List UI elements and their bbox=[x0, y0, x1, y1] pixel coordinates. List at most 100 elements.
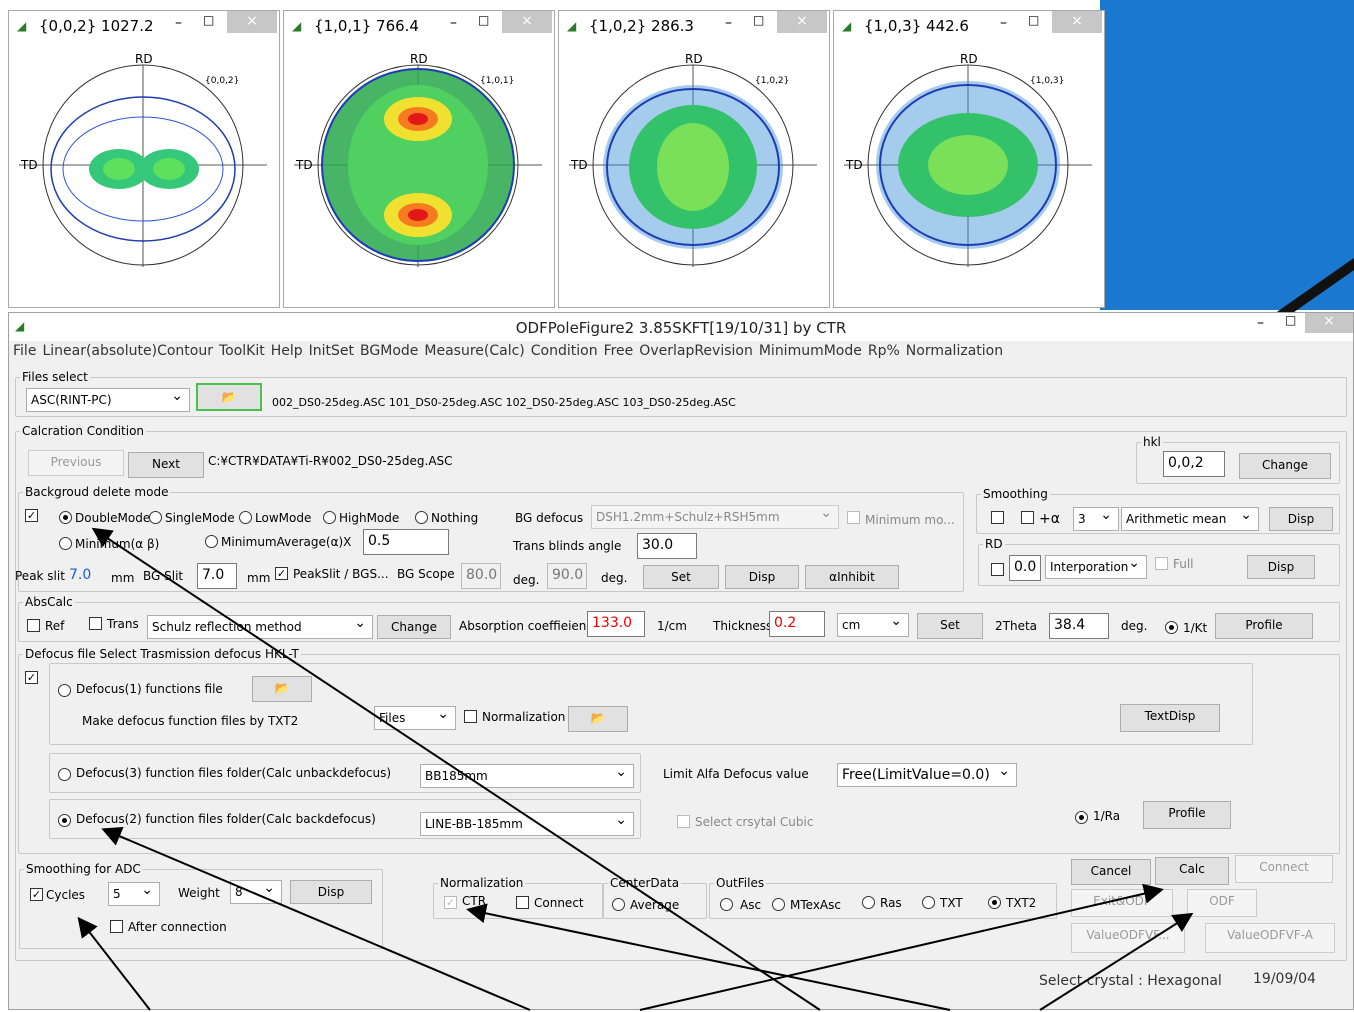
defocus3-select[interactable]: BB185mm bbox=[420, 764, 634, 788]
menu-condition[interactable]: Condition bbox=[531, 343, 598, 359]
menu-measure[interactable]: Measure(Calc) bbox=[424, 343, 524, 359]
txt-radio[interactable] bbox=[922, 896, 935, 909]
close-button[interactable]: × bbox=[1052, 11, 1102, 33]
mtex-radio[interactable] bbox=[772, 898, 785, 911]
trans-blinds-input[interactable]: 30.0 bbox=[637, 533, 697, 559]
smoothing-checkbox[interactable] bbox=[991, 511, 1004, 524]
maximize-button[interactable]: □ bbox=[203, 13, 214, 27]
smoothing-method-select[interactable]: Arithmetic mean bbox=[1121, 507, 1259, 531]
close-button[interactable]: × bbox=[1305, 313, 1353, 333]
pole-figure-window-1[interactable]: ◢ {0,0,2} 1027.2 – □ × RD TD {0,0,2} bbox=[8, 10, 280, 308]
defocus-profile-button[interactable]: Profile bbox=[1143, 801, 1231, 829]
calc-button[interactable]: Calc bbox=[1155, 857, 1229, 885]
limit-alfa-select[interactable]: Free(LimitValue=0.0) bbox=[837, 763, 1017, 787]
single-mode-radio[interactable] bbox=[149, 511, 162, 524]
menu-contour[interactable]: Linear(absolute)Contour bbox=[42, 343, 213, 359]
two-theta-input[interactable]: 38.4 bbox=[1049, 613, 1109, 639]
minimum-avg-radio[interactable] bbox=[205, 535, 218, 548]
menu-toolkit[interactable]: ToolKit bbox=[219, 343, 265, 359]
ras-radio[interactable] bbox=[862, 896, 875, 909]
peak-slit-value[interactable]: 7.0 bbox=[69, 567, 91, 583]
pole-figure-window-2[interactable]: ◢ {1,0,1} 766.4 – □ × RD TD {1,0,1} bbox=[283, 10, 555, 308]
menu-minimummode[interactable]: MinimumMode bbox=[759, 343, 862, 359]
maximize-button[interactable]: □ bbox=[1028, 13, 1039, 27]
trans-checkbox[interactable] bbox=[89, 617, 102, 630]
abs-profile-button[interactable]: Profile bbox=[1215, 613, 1313, 639]
defocus2-radio[interactable] bbox=[58, 814, 71, 827]
odf-button[interactable]: ODF bbox=[1187, 889, 1257, 917]
peakslit-checkbox[interactable]: ✓ bbox=[275, 567, 288, 580]
alpha-inhibit-button[interactable]: αInhibit bbox=[805, 565, 899, 589]
kt-radio[interactable] bbox=[1165, 621, 1178, 634]
minimize-button[interactable]: – bbox=[175, 15, 182, 31]
ctr-checkbox[interactable]: ✓ bbox=[444, 896, 457, 909]
abs-change-button[interactable]: Change bbox=[377, 615, 451, 639]
hkl-change-button[interactable]: Change bbox=[1239, 453, 1331, 479]
after-connection-checkbox[interactable] bbox=[110, 920, 123, 933]
weight-select[interactable]: 8 bbox=[230, 880, 282, 904]
minimum-ab-radio[interactable] bbox=[59, 537, 72, 550]
defocus3-radio[interactable] bbox=[58, 768, 71, 781]
ra-radio[interactable] bbox=[1075, 811, 1088, 824]
minimize-button[interactable]: – bbox=[1257, 315, 1264, 331]
abs-set-button[interactable]: Set bbox=[917, 613, 983, 639]
menu-overlap[interactable]: OverlapRevision bbox=[639, 343, 753, 359]
abs-coeff-input[interactable]: 133.0 bbox=[587, 611, 645, 637]
plus-alpha-checkbox[interactable] bbox=[1021, 511, 1034, 524]
minimize-button[interactable]: – bbox=[1000, 15, 1007, 31]
maximize-button[interactable]: □ bbox=[753, 13, 764, 27]
norm-connect-checkbox[interactable] bbox=[516, 896, 529, 909]
defocus2-select[interactable]: LINE-BB-185mm bbox=[420, 812, 634, 836]
menu-file[interactable]: File bbox=[13, 343, 36, 359]
nothing-radio[interactable] bbox=[415, 511, 428, 524]
average-radio[interactable] bbox=[612, 898, 625, 911]
cancel-button[interactable]: Cancel bbox=[1071, 859, 1151, 885]
deg-input[interactable]: 90.0 bbox=[547, 563, 587, 589]
thickness-input[interactable]: 0.2 bbox=[769, 611, 825, 637]
value-odf-a-button[interactable]: ValueODFVF-A bbox=[1205, 923, 1335, 953]
double-mode-radio[interactable] bbox=[59, 511, 72, 524]
bg-defocus-select[interactable]: DSH1.2mm+Schulz+RSH5mm bbox=[591, 505, 839, 529]
normalization-checkbox[interactable] bbox=[464, 710, 477, 723]
bg-scope-input[interactable]: 80.0 bbox=[461, 563, 501, 589]
bg-set-button[interactable]: Set bbox=[643, 565, 719, 589]
thickness-unit-select[interactable]: cm bbox=[837, 613, 909, 637]
menu-rp[interactable]: Rp% bbox=[868, 343, 900, 359]
close-button[interactable]: × bbox=[227, 11, 277, 33]
smoothing-num-select[interactable]: 3 bbox=[1073, 507, 1119, 531]
cycles-select[interactable]: 5 bbox=[108, 882, 160, 906]
menu-bgmode[interactable]: BGMode bbox=[360, 343, 418, 359]
files-select[interactable]: Files bbox=[374, 706, 456, 730]
minimize-button[interactable]: – bbox=[450, 15, 457, 31]
maximize-button[interactable]: □ bbox=[478, 13, 489, 27]
textdisp-button[interactable]: TextDisp bbox=[1120, 704, 1220, 732]
menu-initset[interactable]: InitSet bbox=[309, 343, 354, 359]
interpolation-select[interactable]: Interporation bbox=[1045, 555, 1147, 579]
exit-odf-button[interactable]: Exit&ODF bbox=[1071, 889, 1173, 917]
normalization-folder-button[interactable]: 📂 bbox=[568, 706, 628, 732]
defocus1-radio[interactable] bbox=[58, 684, 71, 697]
open-folder-button[interactable]: 📂 bbox=[196, 383, 262, 411]
minimum-avg-input[interactable]: 0.5 bbox=[363, 529, 449, 555]
bg-disp-button[interactable]: Disp bbox=[725, 565, 799, 589]
cycles-checkbox[interactable]: ✓ bbox=[30, 888, 43, 901]
bg-enable-checkbox[interactable]: ✓ bbox=[25, 509, 38, 522]
menu-help[interactable]: Help bbox=[271, 343, 303, 359]
txt2-radio[interactable] bbox=[988, 896, 1001, 909]
cubic-checkbox[interactable] bbox=[677, 815, 690, 828]
defocus1-folder-button[interactable]: 📂 bbox=[252, 676, 312, 702]
high-mode-radio[interactable] bbox=[323, 511, 336, 524]
format-select[interactable]: ASC(RINT-PC) bbox=[26, 388, 190, 412]
maximize-button[interactable]: □ bbox=[1285, 313, 1296, 327]
close-button[interactable]: × bbox=[777, 11, 827, 33]
rd-input[interactable]: 0.0 bbox=[1009, 555, 1041, 581]
rd-disp-button[interactable]: Disp bbox=[1247, 555, 1315, 579]
menu-normalization[interactable]: Normalization bbox=[906, 343, 1003, 359]
defocus-checkbox[interactable]: ✓ bbox=[25, 671, 38, 684]
rd-checkbox[interactable] bbox=[991, 563, 1004, 576]
menu-free[interactable]: Free bbox=[604, 343, 634, 359]
bg-slit-input[interactable]: 7.0 bbox=[197, 563, 237, 589]
close-button[interactable]: × bbox=[502, 11, 552, 33]
asc-radio[interactable] bbox=[720, 898, 733, 911]
hkl-input[interactable]: 0,0,2 bbox=[1163, 451, 1225, 477]
